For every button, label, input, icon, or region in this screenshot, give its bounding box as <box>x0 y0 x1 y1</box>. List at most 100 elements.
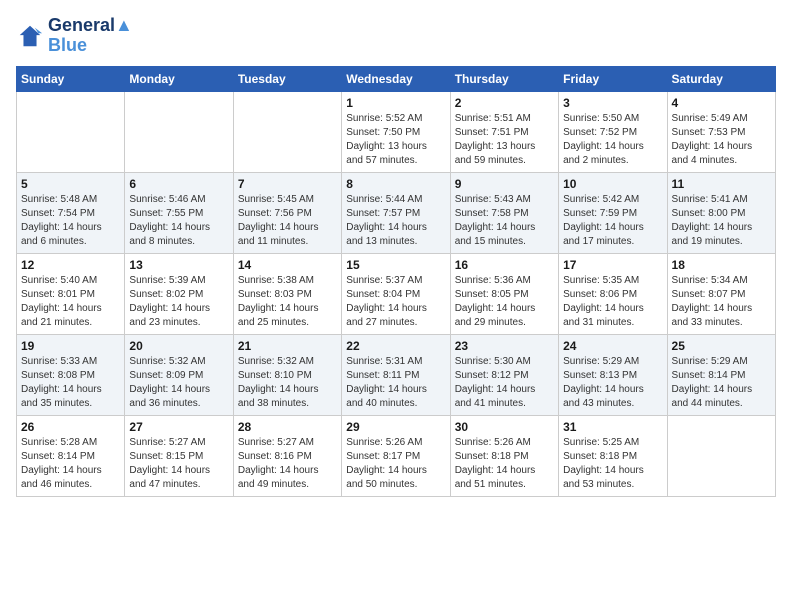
calendar-cell: 31 Sunrise: 5:25 AMSunset: 8:18 PMDayligh… <box>559 415 667 496</box>
calendar-cell: 26Sunrise: 5:28 AMSunset: 8:14 PMDayligh… <box>17 415 125 496</box>
calendar-cell: 13 Sunrise: 5:39 AMSunset: 8:02 PMDayligh… <box>125 253 233 334</box>
calendar-cell: 2 Sunrise: 5:51 AMSunset: 7:51 PMDaylight… <box>450 91 558 172</box>
day-number: 26 <box>21 420 120 434</box>
calendar-cell: 10Sunrise: 5:42 AMSunset: 7:59 PMDayligh… <box>559 172 667 253</box>
day-info: Sunrise: 5:29 AMSunset: 8:14 PMDaylight:… <box>672 355 771 411</box>
day-info: Sunrise: 5:35 AMSunset: 8:06 PMDaylight:… <box>563 274 662 330</box>
day-number: 23 <box>455 339 554 353</box>
day-number: 30 <box>455 420 554 434</box>
calendar-week-row: 1 Sunrise: 5:52 AMSunset: 7:50 PMDaylight… <box>17 91 776 172</box>
logo-text: General▲ Blue <box>48 16 133 56</box>
day-number: 5 <box>21 177 120 191</box>
calendar-cell: 4 Sunrise: 5:49 AMSunset: 7:53 PMDaylight… <box>667 91 775 172</box>
calendar-cell: 19 Sunrise: 5:33 AMSunset: 8:08 PMDayligh… <box>17 334 125 415</box>
day-info: Sunrise: 5:33 AMSunset: 8:08 PMDaylight:… <box>21 355 120 411</box>
day-info: Sunrise: 5:51 AMSunset: 7:51 PMDaylight:… <box>455 112 554 168</box>
day-number: 6 <box>129 177 228 191</box>
day-number: 28 <box>238 420 337 434</box>
day-number: 18 <box>672 258 771 272</box>
calendar-table: SundayMondayTuesdayWednesdayThursdayFrid… <box>16 66 776 497</box>
calendar-cell: 30 Sunrise: 5:26 AMSunset: 8:18 PMDayligh… <box>450 415 558 496</box>
day-info: Sunrise: 5:52 AMSunset: 7:50 PMDaylight:… <box>346 112 445 168</box>
day-info: Sunrise: 5:49 AMSunset: 7:53 PMDaylight:… <box>672 112 771 168</box>
weekday-label: Friday <box>559 66 667 91</box>
calendar-cell: 29 Sunrise: 5:26 AMSunset: 8:17 PMDayligh… <box>342 415 450 496</box>
day-info: Sunrise: 5:38 AMSunset: 8:03 PMDaylight:… <box>238 274 337 330</box>
day-info: Sunrise: 5:25 AMSunset: 8:18 PMDaylight:… <box>563 436 662 492</box>
calendar-cell: 15 Sunrise: 5:37 AMSunset: 8:04 PMDayligh… <box>342 253 450 334</box>
weekday-label: Sunday <box>17 66 125 91</box>
day-number: 3 <box>563 96 662 110</box>
calendar-cell: 9 Sunrise: 5:43 AMSunset: 7:58 PMDaylight… <box>450 172 558 253</box>
calendar-cell <box>17 91 125 172</box>
day-number: 7 <box>238 177 337 191</box>
calendar-cell: 27Sunrise: 5:27 AMSunset: 8:15 PMDayligh… <box>125 415 233 496</box>
day-info: Sunrise: 5:50 AMSunset: 7:52 PMDaylight:… <box>563 112 662 168</box>
day-info: Sunrise: 5:26 AMSunset: 8:18 PMDaylight:… <box>455 436 554 492</box>
day-number: 13 <box>129 258 228 272</box>
calendar-week-row: 26Sunrise: 5:28 AMSunset: 8:14 PMDayligh… <box>17 415 776 496</box>
logo-icon <box>16 22 44 50</box>
day-number: 25 <box>672 339 771 353</box>
day-number: 14 <box>238 258 337 272</box>
calendar-cell: 20 Sunrise: 5:32 AMSunset: 8:09 PMDayligh… <box>125 334 233 415</box>
day-info: Sunrise: 5:29 AMSunset: 8:13 PMDaylight:… <box>563 355 662 411</box>
calendar-cell: 11 Sunrise: 5:41 AMSunset: 8:00 PMDayligh… <box>667 172 775 253</box>
calendar-cell: 14 Sunrise: 5:38 AMSunset: 8:03 PMDayligh… <box>233 253 341 334</box>
calendar-cell: 5 Sunrise: 5:48 AMSunset: 7:54 PMDaylight… <box>17 172 125 253</box>
day-info: Sunrise: 5:45 AMSunset: 7:56 PMDaylight:… <box>238 193 337 249</box>
calendar-week-row: 5 Sunrise: 5:48 AMSunset: 7:54 PMDaylight… <box>17 172 776 253</box>
day-info: Sunrise: 5:40 AMSunset: 8:01 PMDaylight:… <box>21 274 120 330</box>
day-number: 24 <box>563 339 662 353</box>
day-number: 19 <box>21 339 120 353</box>
calendar-cell: 16 Sunrise: 5:36 AMSunset: 8:05 PMDayligh… <box>450 253 558 334</box>
weekday-label: Saturday <box>667 66 775 91</box>
day-number: 4 <box>672 96 771 110</box>
day-number: 12 <box>21 258 120 272</box>
day-number: 22 <box>346 339 445 353</box>
calendar-week-row: 12 Sunrise: 5:40 AMSunset: 8:01 PMDayligh… <box>17 253 776 334</box>
calendar-cell: 8Sunrise: 5:44 AMSunset: 7:57 PMDaylight… <box>342 172 450 253</box>
day-number: 20 <box>129 339 228 353</box>
calendar-cell: 25 Sunrise: 5:29 AMSunset: 8:14 PMDayligh… <box>667 334 775 415</box>
day-number: 9 <box>455 177 554 191</box>
day-number: 1 <box>346 96 445 110</box>
day-info: Sunrise: 5:41 AMSunset: 8:00 PMDaylight:… <box>672 193 771 249</box>
weekday-header-row: SundayMondayTuesdayWednesdayThursdayFrid… <box>17 66 776 91</box>
calendar-cell: 1 Sunrise: 5:52 AMSunset: 7:50 PMDaylight… <box>342 91 450 172</box>
calendar-cell: 23Sunrise: 5:30 AMSunset: 8:12 PMDayligh… <box>450 334 558 415</box>
day-info: Sunrise: 5:37 AMSunset: 8:04 PMDaylight:… <box>346 274 445 330</box>
day-info: Sunrise: 5:46 AMSunset: 7:55 PMDaylight:… <box>129 193 228 249</box>
day-info: Sunrise: 5:32 AMSunset: 8:09 PMDaylight:… <box>129 355 228 411</box>
logo: General▲ Blue <box>16 16 133 56</box>
page-header: General▲ Blue <box>16 16 776 56</box>
day-info: Sunrise: 5:48 AMSunset: 7:54 PMDaylight:… <box>21 193 120 249</box>
day-number: 11 <box>672 177 771 191</box>
day-number: 2 <box>455 96 554 110</box>
day-info: Sunrise: 5:31 AMSunset: 8:11 PMDaylight:… <box>346 355 445 411</box>
day-number: 29 <box>346 420 445 434</box>
day-number: 15 <box>346 258 445 272</box>
day-number: 16 <box>455 258 554 272</box>
day-number: 27 <box>129 420 228 434</box>
weekday-label: Wednesday <box>342 66 450 91</box>
day-number: 31 <box>563 420 662 434</box>
day-info: Sunrise: 5:32 AMSunset: 8:10 PMDaylight:… <box>238 355 337 411</box>
day-number: 17 <box>563 258 662 272</box>
calendar-week-row: 19 Sunrise: 5:33 AMSunset: 8:08 PMDayligh… <box>17 334 776 415</box>
calendar-cell: 24 Sunrise: 5:29 AMSunset: 8:13 PMDayligh… <box>559 334 667 415</box>
calendar-cell <box>233 91 341 172</box>
calendar-cell: 18 Sunrise: 5:34 AMSunset: 8:07 PMDayligh… <box>667 253 775 334</box>
calendar-body: 1 Sunrise: 5:52 AMSunset: 7:50 PMDaylight… <box>17 91 776 496</box>
calendar-cell: 7 Sunrise: 5:45 AMSunset: 7:56 PMDaylight… <box>233 172 341 253</box>
calendar-cell: 21Sunrise: 5:32 AMSunset: 8:10 PMDayligh… <box>233 334 341 415</box>
day-info: Sunrise: 5:34 AMSunset: 8:07 PMDaylight:… <box>672 274 771 330</box>
weekday-label: Monday <box>125 66 233 91</box>
day-info: Sunrise: 5:36 AMSunset: 8:05 PMDaylight:… <box>455 274 554 330</box>
day-info: Sunrise: 5:42 AMSunset: 7:59 PMDaylight:… <box>563 193 662 249</box>
day-info: Sunrise: 5:44 AMSunset: 7:57 PMDaylight:… <box>346 193 445 249</box>
day-info: Sunrise: 5:27 AMSunset: 8:16 PMDaylight:… <box>238 436 337 492</box>
day-info: Sunrise: 5:39 AMSunset: 8:02 PMDaylight:… <box>129 274 228 330</box>
day-info: Sunrise: 5:26 AMSunset: 8:17 PMDaylight:… <box>346 436 445 492</box>
day-info: Sunrise: 5:43 AMSunset: 7:58 PMDaylight:… <box>455 193 554 249</box>
